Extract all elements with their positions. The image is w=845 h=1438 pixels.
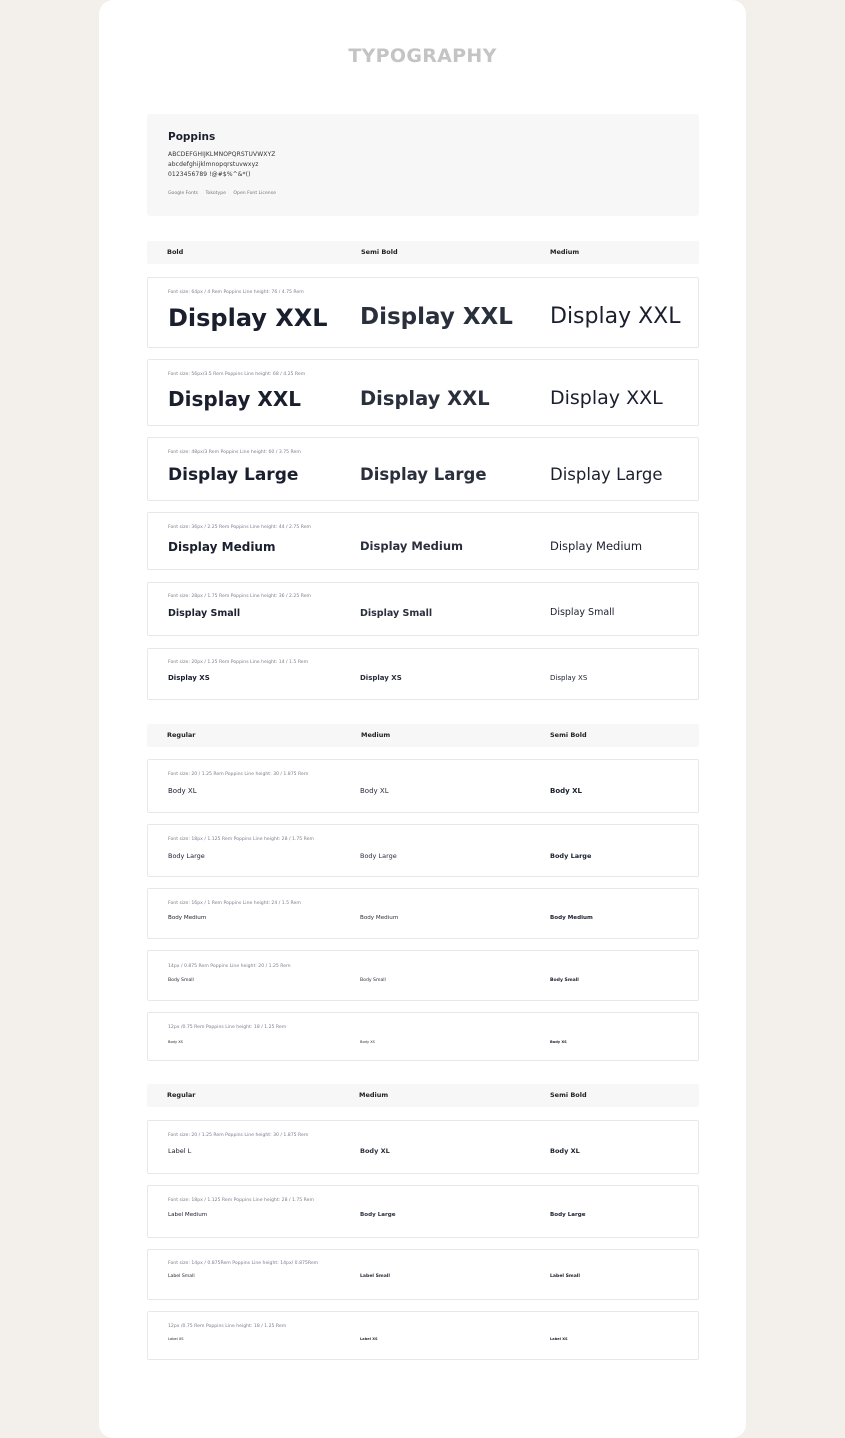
row-meta: 14px / 0.875 Rem Poppins Line height: 20… [168, 964, 291, 969]
sample-medium: Body XS [360, 1040, 375, 1044]
sample-semibold: Body Large [550, 1212, 586, 1218]
symbols-sample: 0123456789 !@#$%^&*() [168, 171, 251, 178]
display-header-col2: Semi Bold [361, 248, 398, 256]
sample-semibold: Label XS [550, 1337, 568, 1341]
sample-medium: Body Small [360, 978, 386, 983]
body-header-col2: Medium [361, 731, 391, 739]
body-header: Regular Medium Semi Bold [147, 724, 699, 747]
sample-regular: Body Medium [168, 915, 207, 921]
label-header-col1: Regular [167, 1091, 196, 1099]
display-header-col1: Bold [167, 248, 184, 256]
sample-medium: Body Medium [360, 915, 399, 921]
body-row: Font size: 18px / 1.125 Rem Poppins Line… [147, 824, 699, 877]
row-meta: Font size: 48px/3 Rem Poppins Line heigh… [168, 450, 301, 455]
sample-medium: Label Small [360, 1274, 390, 1279]
sample-regular: Label XS [168, 1337, 184, 1341]
row-meta: Font size: 36px / 2.25 Rem Poppins Line … [168, 525, 312, 530]
sample-medium: Label XS [360, 1337, 378, 1341]
row-meta: 12px /0.75 Rem Poppins Line height: 18 /… [168, 1025, 287, 1030]
label-row: Font size: 20 / 1.25 Rem Poppins Line he… [147, 1120, 699, 1174]
sample-semibold: Body Small [550, 978, 579, 983]
sample-semibold: Body Medium [550, 915, 593, 921]
sample-semibold: Body XL [550, 787, 583, 795]
label-header-col2: Medium [359, 1091, 389, 1099]
sample-medium: Display Small [550, 607, 615, 618]
sample-bold: Display Large [168, 465, 299, 485]
sample-medium: Body Large [360, 852, 397, 860]
body-row: 14px / 0.875 Rem Poppins Line height: 20… [147, 950, 699, 1001]
sample-regular: Body Small [168, 978, 194, 983]
link-google-fonts[interactable]: Google Fonts [168, 191, 198, 196]
sample-semibold: Label Small [550, 1274, 580, 1279]
sample-semibold: Display Small [360, 608, 433, 619]
label-row: Font size: 14px / 0.875Rem Poppins Line … [147, 1249, 699, 1300]
sample-bold: Display Medium [168, 540, 276, 554]
sample-semibold: Body XL [550, 1147, 580, 1155]
sample-medium: Display XXL [550, 387, 663, 409]
body-row: Font size: 20 / 1.25 Rem Poppins Line he… [147, 759, 699, 813]
display-row: Font size: 48px/3 Rem Poppins Line heigh… [147, 437, 699, 501]
sample-bold: Display XXL [168, 387, 301, 411]
row-meta: Font size: 20px / 1.25 Rem Poppins Line … [168, 660, 309, 665]
link-tokotype[interactable]: Tokotype [206, 191, 226, 196]
label-row: 12px /0.75 Rem Poppins Line height: 18 /… [147, 1311, 699, 1360]
sample-medium: Body XL [360, 787, 389, 795]
label-header-col3: Semi Bold [550, 1091, 587, 1099]
sample-regular: Label L [168, 1147, 192, 1155]
display-row: Font size: 64px / 4 Rem Poppins Line hei… [147, 277, 699, 348]
row-meta: Font size: 14px / 0.875Rem Poppins Line … [168, 1261, 319, 1266]
sample-regular: Label Small [168, 1274, 195, 1279]
body-header-col1: Regular [167, 731, 196, 739]
body-row: Font size: 16px / 1 Rem Poppins Line hei… [147, 888, 699, 939]
sample-medium: Display Medium [550, 539, 643, 553]
display-row: Font size: 28px / 1.75 Rem Poppins Line … [147, 582, 699, 636]
body-row: 12px /0.75 Rem Poppins Line height: 18 /… [147, 1012, 699, 1061]
row-meta: Font size: 56px/3.5 Rem Poppins Line hei… [168, 372, 306, 377]
sample-semibold: Display Medium [360, 539, 464, 553]
row-meta: Font size: 20 / 1.25 Rem Poppins Line he… [168, 1133, 309, 1138]
sample-semibold: Display Large [360, 465, 487, 484]
row-meta: Font size: 18px / 1.125 Rem Poppins Line… [168, 837, 314, 842]
lowercase-sample: abcdefghijklmnopqrstuvwxyz [168, 161, 259, 168]
sample-semibold: Body XS [550, 1040, 567, 1044]
sample-semibold: Body Large [550, 852, 592, 860]
label-row: Font size: 18px / 1.125 Rem Poppins Line… [147, 1185, 699, 1238]
row-meta: Font size: 20 / 1.25 Rem Poppins Line he… [168, 772, 309, 777]
sample-regular: Label Medium [168, 1212, 208, 1218]
sample-bold: Display Small [168, 608, 241, 619]
uppercase-sample: ABCDEFGHIJKLMNOPQRSTUVWXYZ [168, 151, 276, 158]
body-header-col3: Semi Bold [550, 731, 587, 739]
row-meta: Font size: 64px / 4 Rem Poppins Line hei… [168, 290, 304, 295]
sample-regular: Body XL [168, 787, 197, 795]
page-title: TYPOGRAPHY [348, 45, 497, 67]
sample-medium: Body XL [360, 1147, 390, 1155]
sample-medium: Display XXL [550, 304, 681, 329]
sample-regular: Body XS [168, 1040, 183, 1044]
font-links: Google Fonts Tokotype Open Font License [168, 191, 282, 196]
row-meta: 12px /0.75 Rem Poppins Line height: 18 /… [168, 1324, 287, 1329]
link-open-font-license[interactable]: Open Font License [233, 191, 276, 196]
sample-medium: Display XS [550, 674, 588, 682]
row-meta: Font size: 18px / 1.125 Rem Poppins Line… [168, 1198, 314, 1203]
font-info-panel: Poppins ABCDEFGHIJKLMNOPQRSTUVWXYZ abcde… [147, 114, 699, 216]
sample-bold: Display XS [168, 674, 210, 682]
sample-medium: Display Large [550, 465, 663, 484]
sample-semibold: Display XXL [360, 304, 513, 330]
display-row: Font size: 36px / 2.25 Rem Poppins Line … [147, 512, 699, 570]
display-header: Bold Semi Bold Medium [147, 241, 699, 264]
display-header-col3: Medium [550, 248, 580, 256]
row-meta: Font size: 16px / 1 Rem Poppins Line hei… [168, 901, 301, 906]
row-meta: Font size: 28px / 1.75 Rem Poppins Line … [168, 594, 312, 599]
sample-medium: Body Large [360, 1212, 396, 1218]
sample-bold: Display XXL [168, 304, 328, 332]
sample-regular: Body Large [168, 852, 205, 860]
sample-semibold: Display XS [360, 674, 402, 682]
display-row: Font size: 56px/3.5 Rem Poppins Line hei… [147, 359, 699, 426]
typography-card: TYPOGRAPHY Poppins ABCDEFGHIJKLMNOPQRSTU… [99, 0, 746, 1438]
font-name: Poppins [168, 131, 216, 143]
label-header: Regular Medium Semi Bold [147, 1084, 699, 1107]
display-row: Font size: 20px / 1.25 Rem Poppins Line … [147, 648, 699, 700]
sample-semibold: Display XXL [360, 387, 490, 410]
